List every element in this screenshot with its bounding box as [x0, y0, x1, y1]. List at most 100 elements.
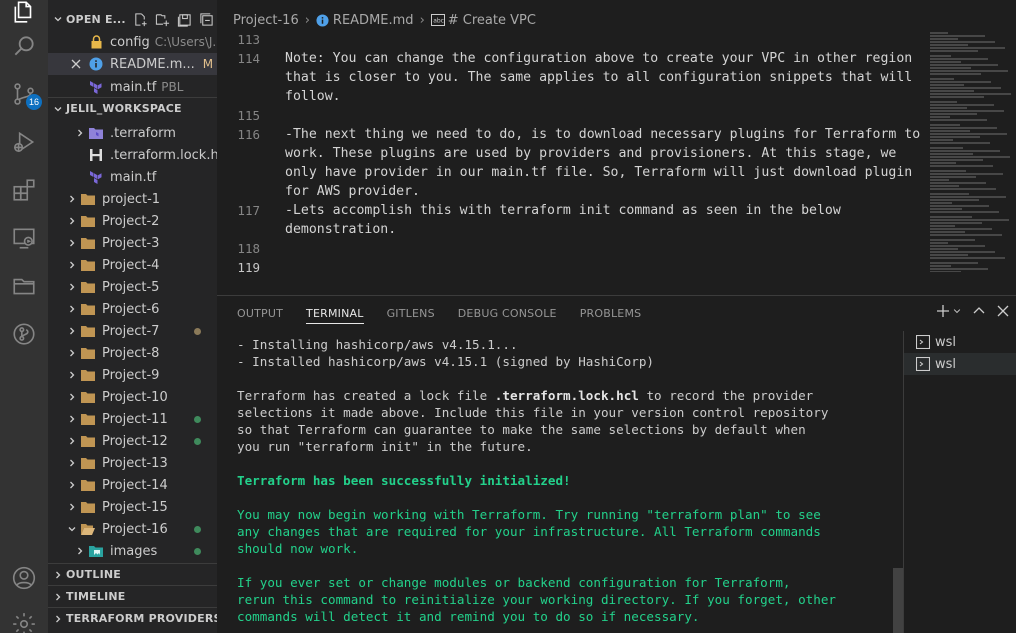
- tree-item-folder[interactable]: Project-6: [48, 298, 217, 320]
- gitlens-icon[interactable]: [0, 310, 48, 358]
- chevron-right-icon: [72, 125, 88, 141]
- folder-icon: [80, 301, 96, 317]
- tree-item-folder[interactable]: Project-8: [48, 342, 217, 364]
- chevron-right-icon: [64, 411, 80, 427]
- timeline-section-header[interactable]: TIMELINE: [48, 585, 217, 607]
- minimap-line: [930, 147, 963, 149]
- tree-item-main-tf[interactable]: main.tf: [48, 166, 217, 188]
- tree-item-folder[interactable]: Project-5: [48, 276, 217, 298]
- tree-item-folder[interactable]: Project-7: [48, 320, 217, 342]
- tree-item-folder[interactable]: Project-14: [48, 474, 217, 496]
- tree-item-folder[interactable]: Project-11: [48, 408, 217, 430]
- tree-item-label: Project-8: [102, 345, 160, 361]
- tab-terminal[interactable]: TERMINAL: [306, 296, 364, 331]
- terminal-text: Terraform has created a lock file: [237, 388, 495, 403]
- tree-item-folder[interactable]: Project-15: [48, 496, 217, 518]
- extensions-icon[interactable]: [0, 166, 48, 214]
- close-panel-icon[interactable]: [996, 304, 1010, 318]
- minimap-line: [930, 248, 958, 250]
- chevron-right-icon: [64, 257, 80, 273]
- minimap[interactable]: [920, 30, 1016, 272]
- tab-gitlens[interactable]: GITLENS: [387, 296, 435, 331]
- code-view[interactable]: 113 114 Note: You can change the configura…: [217, 30, 920, 272]
- terminal-line: - Installed hashicorp/aws v4.15.1 (signe…: [237, 354, 655, 369]
- terminal-instance-wsl[interactable]: wsl: [904, 331, 1016, 353]
- open-editor-label: main.tf: [110, 79, 157, 95]
- tree-item-folder[interactable]: project-1: [48, 188, 217, 210]
- tree-item-label: Project-3: [102, 235, 160, 251]
- terraform-icon: [88, 79, 104, 95]
- outline-section-header[interactable]: OUTLINE: [48, 563, 217, 585]
- minimap-line: [930, 96, 984, 98]
- workspace-title: JELIL_WORKSPACE: [66, 102, 182, 115]
- tree-item-label: images: [110, 543, 158, 559]
- tree-item-folder[interactable]: Project-12: [48, 430, 217, 452]
- terminal-scrollbar[interactable]: [893, 568, 903, 633]
- open-editor-main-tf[interactable]: main.tf PBL: [48, 76, 217, 98]
- terminal-line: rerun this command to reinitialize your …: [237, 592, 836, 607]
- tree-item-folder[interactable]: Project-10: [48, 386, 217, 408]
- terminal-line: selections it made above. Include this f…: [237, 405, 829, 420]
- timeline-title: TIMELINE: [66, 590, 126, 603]
- terraform-providers-section-header[interactable]: TERRAFORM PROVIDERS: [48, 607, 217, 629]
- line-number: 116: [237, 127, 260, 142]
- breadcrumb-file[interactable]: README.md: [333, 13, 414, 28]
- remote-explorer-icon[interactable]: [0, 214, 48, 262]
- workspace-header[interactable]: JELIL_WORKSPACE: [48, 97, 217, 119]
- tree-item-folder[interactable]: Project-16: [48, 518, 217, 540]
- code-line: work. These plugins are used by provider…: [285, 146, 897, 161]
- code-line: follow.: [285, 89, 341, 104]
- breadcrumb-symbol[interactable]: # Create VPC: [448, 13, 536, 28]
- open-editor-readme[interactable]: README.m... M: [48, 53, 217, 75]
- terminal-line: If you ever set or change modules or bac…: [237, 575, 791, 590]
- terminal-text: to record the provider: [638, 388, 814, 403]
- minimap-line: [930, 193, 969, 195]
- tree-item-label: project-1: [102, 191, 161, 207]
- terminal-output[interactable]: - Installing hashicorp/aws v4.15.1... - I…: [237, 336, 897, 633]
- close-icon[interactable]: [70, 58, 88, 70]
- tree-item-folder[interactable]: Project-3: [48, 232, 217, 254]
- terminal-instance-wsl-active[interactable]: wsl: [904, 353, 1016, 375]
- tree-item-folder[interactable]: Project-9: [48, 364, 217, 386]
- minimap-line: [930, 188, 996, 190]
- open-editors-header[interactable]: OPEN E...: [48, 8, 217, 30]
- folder-icon[interactable]: [0, 262, 48, 310]
- git-status-dot: [194, 415, 201, 423]
- tab-debug-console[interactable]: DEBUG CONSOLE: [458, 296, 557, 331]
- chevron-down-icon[interactable]: [952, 306, 962, 316]
- tree-item-folder[interactable]: images: [48, 540, 217, 562]
- heading-symbol-icon: abc: [430, 14, 445, 26]
- open-editor-config[interactable]: config C:\Users\J...: [48, 31, 217, 53]
- minimap-line: [930, 142, 990, 144]
- settings-gear-icon[interactable]: [0, 600, 48, 633]
- tree-item-lock-file[interactable]: .terraform.lock.hcl: [48, 144, 217, 166]
- terminal-name: wsl: [935, 356, 957, 372]
- tree-item-folder[interactable]: Project-4: [48, 254, 217, 276]
- run-debug-icon[interactable]: [0, 118, 48, 166]
- save-all-icon[interactable]: [177, 12, 192, 27]
- tree-item-folder[interactable]: Project-2: [48, 210, 217, 232]
- line-number: 114: [237, 51, 260, 66]
- collapse-all-icon[interactable]: [199, 12, 214, 27]
- minimap-line: [930, 165, 993, 167]
- new-terminal-icon[interactable]: [936, 304, 950, 318]
- search-icon[interactable]: [0, 22, 48, 70]
- maximize-panel-icon[interactable]: [972, 304, 986, 318]
- chevron-right-icon: ›: [419, 12, 425, 28]
- breadcrumb-folder[interactable]: Project-16: [233, 13, 299, 28]
- source-control-icon[interactable]: 16: [0, 70, 48, 118]
- new-folder-icon[interactable]: [155, 12, 170, 27]
- new-file-icon[interactable]: [133, 12, 148, 27]
- tab-problems[interactable]: PROBLEMS: [580, 296, 642, 331]
- chevron-right-icon: [64, 499, 80, 515]
- chevron-down-icon: [50, 11, 66, 27]
- chevron-right-icon: [64, 323, 80, 339]
- tab-output[interactable]: OUTPUT: [237, 296, 283, 331]
- account-icon[interactable]: [0, 554, 48, 602]
- tree-item-terraform-dir[interactable]: .terraform: [48, 122, 217, 144]
- tree-item-label: Project-9: [102, 367, 160, 383]
- minimap-line: [930, 101, 957, 103]
- tree-item-folder[interactable]: Project-13: [48, 452, 217, 474]
- minimap-line: [930, 185, 959, 187]
- git-status-dot: [194, 437, 201, 445]
